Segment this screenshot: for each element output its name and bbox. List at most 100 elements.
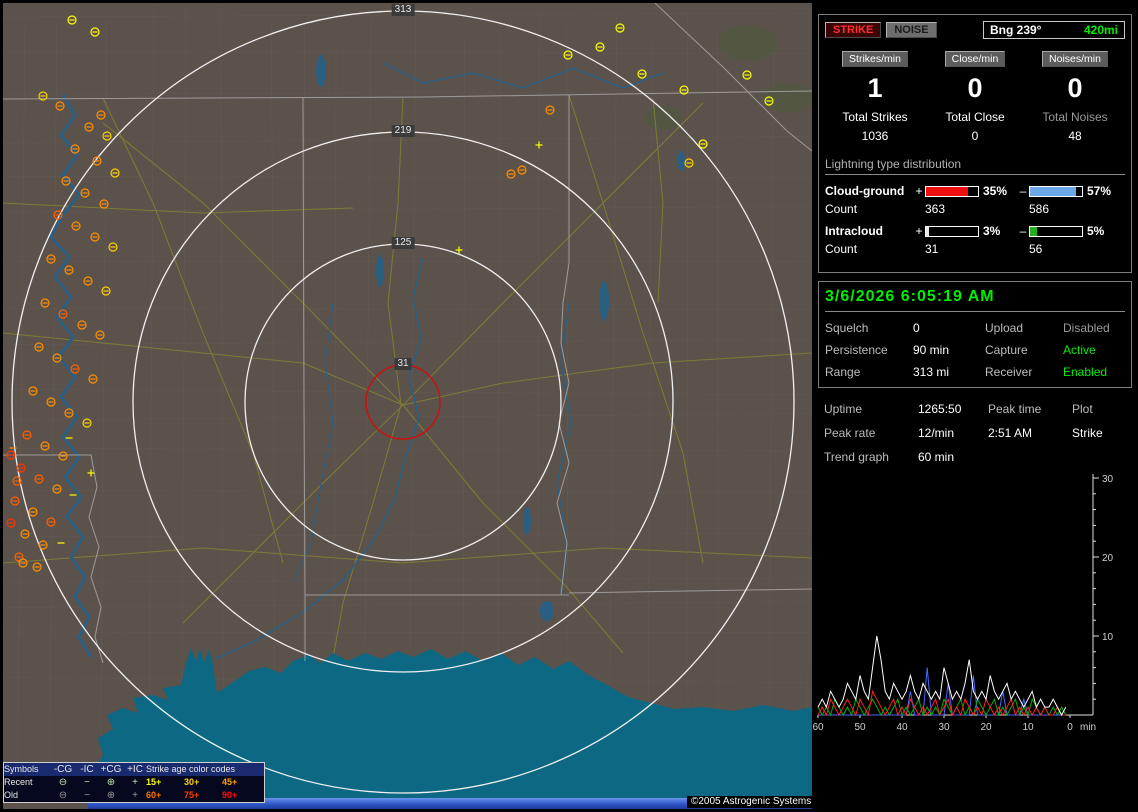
map-canvas [3, 3, 812, 809]
cg-pos-count: 363 [925, 202, 946, 216]
total-close-value: 0 [971, 129, 979, 143]
upload-status: Disabled [1063, 321, 1110, 335]
squelch-value: 0 [913, 321, 920, 335]
plot-value: Strike [1072, 426, 1103, 440]
range-ring-label: 219 [391, 125, 415, 137]
strikes-per-min-value: 1 [867, 73, 883, 103]
noises-per-min-value: 0 [1067, 73, 1083, 103]
svg-text:20: 20 [980, 722, 992, 733]
close-per-min-label[interactable]: Close/min [944, 51, 1006, 67]
bearing-range: 420mi [1083, 23, 1118, 37]
strike-button[interactable]: STRIKE [825, 22, 882, 38]
trend-graph: 10 20 30 60 50 40 30 20 10 0 min [812, 468, 1138, 746]
circle-minus-icon: ⊖ [58, 777, 68, 788]
range-value: 313 mi [913, 365, 950, 379]
legend-recent-label: Recent [4, 777, 33, 787]
noise-button[interactable]: NOISE [886, 22, 937, 38]
bearing-label: Bng 239° [990, 23, 1042, 37]
cloud-ground-count-row: Count 363 586 [825, 202, 1125, 216]
range-ring-label: 125 [391, 237, 415, 249]
age-15: 15+ [146, 777, 162, 787]
total-strikes-label: Total Strikes [842, 110, 908, 124]
plus-icon: + [132, 790, 138, 801]
app-window: 313 219 125 31 ©2005 Astrogenic Systems Sym… [0, 0, 1138, 812]
trend-graph-label: Trend graph [824, 450, 889, 464]
capture-label: Capture [985, 343, 1028, 357]
cg-pos-bar [925, 185, 979, 197]
svg-text:10: 10 [1102, 632, 1114, 643]
total-strikes-value: 1036 [861, 129, 889, 143]
legend-col-pos-cg: +CG [100, 764, 122, 775]
plot-label: Plot [1072, 402, 1093, 416]
age-90: 90+ [222, 790, 238, 800]
circle-minus-icon: ⊖ [58, 790, 68, 801]
total-close-label: Total Close [945, 110, 1005, 124]
receiver-label: Receiver [985, 365, 1033, 379]
datetime-display: 3/6/2026 6:05:19 AM [825, 288, 1125, 312]
upload-label: Upload [985, 321, 1024, 335]
ic-neg-bar [1029, 225, 1083, 237]
cg-neg-count: 586 [1029, 202, 1050, 216]
lightning-map[interactable]: 313 219 125 31 ©2005 Astrogenic Systems Sym… [3, 3, 812, 809]
status-box: 3/6/2026 6:05:19 AM Squelch 0 Upload Dis… [818, 281, 1132, 388]
close-per-min-value: 0 [967, 73, 983, 103]
squelch-label: Squelch [825, 321, 869, 335]
ic-neg-count: 56 [1029, 242, 1043, 256]
capture-status: Active [1063, 343, 1096, 357]
noises-per-min-label[interactable]: Noises/min [1042, 51, 1108, 67]
svg-text:30: 30 [1102, 474, 1114, 485]
intracloud-row: Intracloud + 3% – 5% [825, 224, 1125, 238]
legend-col-neg-ic: -IC [80, 764, 94, 775]
cg-pos-pct: 35% [983, 184, 1008, 198]
range-ring-label: 31 [394, 358, 412, 370]
peak-time-label: Peak time [988, 402, 1042, 416]
receiver-status: Enabled [1063, 365, 1108, 379]
cloud-ground-label: Cloud-ground [825, 184, 905, 198]
svg-text:10: 10 [1022, 722, 1034, 733]
total-noises-value: 48 [1068, 129, 1082, 143]
minus-icon: − [84, 777, 90, 788]
svg-text:min: min [1080, 722, 1096, 733]
svg-text:0: 0 [1067, 722, 1073, 733]
legend-row-old: Old ⊖ − ⊕ + 60+ 75+ 90+ [4, 789, 264, 802]
peak-rate-label: Peak rate [824, 426, 876, 440]
plus-sign: + [915, 224, 923, 238]
distribution-title: Lightning type distribution [825, 157, 1125, 175]
stats-box: STRIKE NOISE Bng 239° 420mi Strikes/min … [818, 14, 1132, 273]
peak-rate-value: 12/min [918, 426, 955, 440]
bearing-display: Bng 239° 420mi [983, 21, 1125, 39]
total-noises-label: Total Noises [1042, 110, 1108, 124]
legend-age-title: Strike age color codes [146, 764, 236, 774]
cloud-ground-row: Cloud-ground + 35% – 57% [825, 184, 1125, 198]
age-75: 75+ [184, 790, 200, 800]
svg-text:50: 50 [854, 722, 866, 733]
map-legend: Symbols -CG -IC +CG +IC Strike age color… [3, 762, 265, 803]
strikes-per-min-label[interactable]: Strikes/min [842, 51, 908, 67]
range-ring-label: 313 [391, 4, 415, 16]
ic-neg-pct: 5% [1087, 224, 1105, 238]
legend-header: Symbols -CG -IC +CG +IC Strike age color… [4, 763, 264, 776]
control-panel: STRIKE NOISE Bng 239° 420mi Strikes/min … [812, 0, 1138, 812]
svg-text:20: 20 [1102, 553, 1114, 564]
minus-icon: − [84, 790, 90, 801]
age-60: 60+ [146, 790, 162, 800]
persistence-label: Persistence [825, 343, 888, 357]
uptime-value: 1265:50 [918, 402, 962, 416]
svg-text:30: 30 [938, 722, 950, 733]
peak-time-value: 2:51 AM [988, 426, 1033, 440]
svg-text:60: 60 [812, 722, 824, 733]
ic-pos-count: 31 [925, 242, 939, 256]
count-label: Count [825, 202, 858, 216]
trend-window-value: 60 min [918, 450, 955, 464]
svg-text:40: 40 [896, 722, 908, 733]
uptime-label: Uptime [824, 402, 863, 416]
plus-icon: + [132, 777, 138, 788]
persistence-value: 90 min [913, 343, 950, 357]
age-45: 45+ [222, 777, 238, 787]
intracloud-count-row: Count 31 56 [825, 242, 1125, 256]
intracloud-label: Intracloud [825, 224, 884, 238]
legend-col-pos-ic: +IC [127, 764, 143, 775]
range-label: Range [825, 365, 861, 379]
strikes-counter: Strikes/min 1 Total Strikes 1036 [825, 51, 925, 143]
circle-plus-icon: ⊕ [106, 790, 116, 801]
